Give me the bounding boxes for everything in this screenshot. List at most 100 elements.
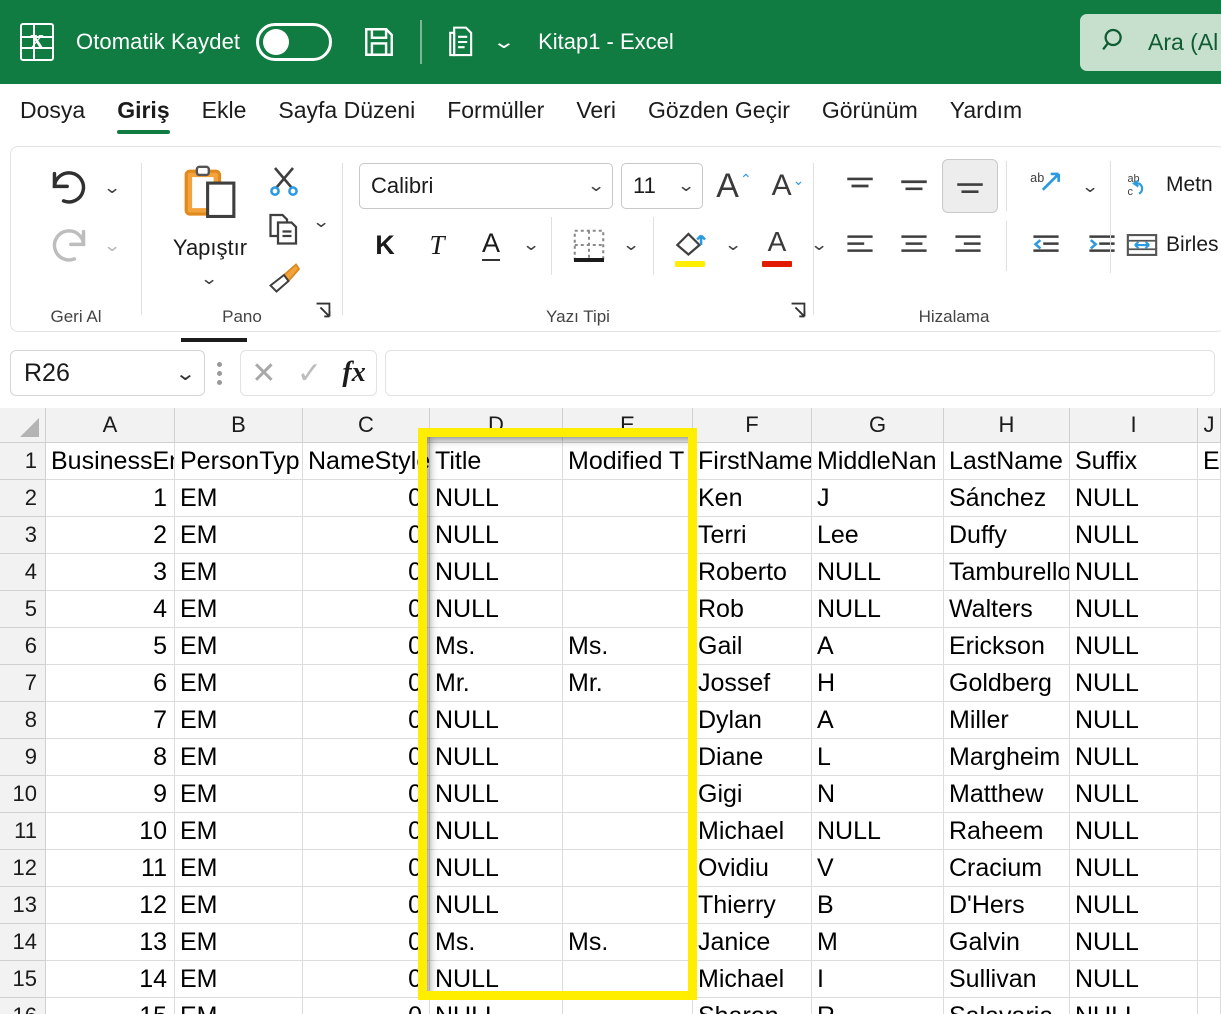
cell-B12[interactable]: EM bbox=[175, 850, 303, 887]
cell-G13[interactable]: B bbox=[812, 887, 944, 924]
cell-E6[interactable]: Ms. bbox=[563, 628, 693, 665]
row-header-5[interactable]: 5 bbox=[0, 591, 46, 628]
cell-G12[interactable]: V bbox=[812, 850, 944, 887]
undo-dropdown-caret-icon[interactable]: ⌄ bbox=[99, 175, 125, 201]
cell-J2[interactable] bbox=[1198, 480, 1221, 517]
paste-dropdown-caret-icon[interactable]: ⌄ bbox=[196, 267, 222, 291]
cell-E5[interactable] bbox=[563, 591, 693, 628]
tab-gorunum[interactable]: Görünüm bbox=[806, 92, 934, 134]
cell-D15[interactable]: NULL bbox=[430, 961, 563, 998]
column-header-h[interactable]: H bbox=[944, 408, 1070, 443]
cell-E1[interactable]: Modified T bbox=[563, 443, 693, 480]
underline-dropdown-caret-icon[interactable]: ⌄ bbox=[517, 231, 545, 259]
copy-dropdown-caret-icon[interactable]: ⌄ bbox=[308, 209, 334, 235]
chevron-down-icon[interactable]: ⌄ bbox=[677, 176, 696, 196]
cell-C6[interactable]: 0 bbox=[303, 628, 430, 665]
cell-B5[interactable]: EM bbox=[175, 591, 303, 628]
cell-F13[interactable]: Thierry bbox=[693, 887, 812, 924]
more-options-icon[interactable] bbox=[217, 362, 222, 385]
cell-G3[interactable]: Lee bbox=[812, 517, 944, 554]
cell-C12[interactable]: 0 bbox=[303, 850, 430, 887]
align-bottom-icon[interactable] bbox=[942, 159, 998, 213]
cell-G4[interactable]: NULL bbox=[812, 554, 944, 591]
fill-dropdown-caret-icon[interactable]: ⌄ bbox=[719, 231, 747, 259]
cell-D5[interactable]: NULL bbox=[430, 591, 563, 628]
cell-I16[interactable]: NULL bbox=[1070, 998, 1198, 1014]
cell-H12[interactable]: Cracium bbox=[944, 850, 1070, 887]
cell-E12[interactable] bbox=[563, 850, 693, 887]
cell-F15[interactable]: Michael bbox=[693, 961, 812, 998]
cell-I5[interactable]: NULL bbox=[1070, 591, 1198, 628]
cell-H9[interactable]: Margheim bbox=[944, 739, 1070, 776]
clipboard-dialog-launcher-icon[interactable] bbox=[314, 301, 332, 323]
cell-D8[interactable]: NULL bbox=[430, 702, 563, 739]
chevron-down-icon[interactable]: ⌄ bbox=[492, 31, 516, 54]
decrease-indent-icon[interactable] bbox=[1020, 221, 1072, 269]
column-header-a[interactable]: A bbox=[46, 408, 175, 443]
cell-A1[interactable]: BusinessEn bbox=[46, 443, 175, 480]
chevron-down-icon[interactable]: ⌄ bbox=[587, 176, 606, 196]
cell-E9[interactable] bbox=[563, 739, 693, 776]
cell-J7[interactable] bbox=[1198, 665, 1221, 702]
orientation-dropdown-caret-icon[interactable]: ⌄ bbox=[1076, 173, 1104, 201]
cell-I2[interactable]: NULL bbox=[1070, 480, 1198, 517]
spreadsheet-grid[interactable]: ABCDEFGHIJ12345678910111213141516Busines… bbox=[0, 408, 1221, 1014]
cell-A11[interactable]: 10 bbox=[46, 813, 175, 850]
cell-J9[interactable] bbox=[1198, 739, 1221, 776]
cell-J1[interactable]: En bbox=[1198, 443, 1221, 480]
search-input[interactable]: Ara (Al bbox=[1080, 14, 1221, 71]
cell-I12[interactable]: NULL bbox=[1070, 850, 1198, 887]
name-box[interactable]: R26 ⌄ bbox=[10, 338, 247, 396]
undo-arrow-icon[interactable] bbox=[39, 165, 99, 215]
row-header-3[interactable]: 3 bbox=[0, 517, 46, 554]
merge-cells-icon[interactable] bbox=[1120, 223, 1164, 267]
cell-E7[interactable]: Mr. bbox=[563, 665, 693, 702]
cell-J10[interactable] bbox=[1198, 776, 1221, 813]
row-header-1[interactable]: 1 bbox=[0, 443, 46, 480]
cell-D9[interactable]: NULL bbox=[430, 739, 563, 776]
paste-clipboard-icon[interactable] bbox=[174, 159, 246, 231]
column-header-j[interactable]: J bbox=[1198, 408, 1221, 443]
cell-B6[interactable]: EM bbox=[175, 628, 303, 665]
cell-A5[interactable]: 4 bbox=[46, 591, 175, 628]
cell-G9[interactable]: L bbox=[812, 739, 944, 776]
cell-J5[interactable] bbox=[1198, 591, 1221, 628]
cell-H4[interactable]: Tamburello bbox=[944, 554, 1070, 591]
cell-I3[interactable]: NULL bbox=[1070, 517, 1198, 554]
merge-cells-label[interactable]: Birles bbox=[1166, 233, 1219, 257]
cell-H6[interactable]: Erickson bbox=[944, 628, 1070, 665]
cell-F7[interactable]: Jossef bbox=[693, 665, 812, 702]
cell-E16[interactable] bbox=[563, 998, 693, 1014]
shrink-font-icon[interactable]: A ⌄ bbox=[765, 163, 811, 209]
cell-J13[interactable] bbox=[1198, 887, 1221, 924]
cell-H5[interactable]: Walters bbox=[944, 591, 1070, 628]
enter-check-icon[interactable]: ✓ bbox=[297, 356, 322, 391]
cell-D6[interactable]: Ms. bbox=[430, 628, 563, 665]
cell-C11[interactable]: 0 bbox=[303, 813, 430, 850]
cell-C5[interactable]: 0 bbox=[303, 591, 430, 628]
cell-B15[interactable]: EM bbox=[175, 961, 303, 998]
cell-F6[interactable]: Gail bbox=[693, 628, 812, 665]
cell-C3[interactable]: 0 bbox=[303, 517, 430, 554]
cell-A7[interactable]: 6 bbox=[46, 665, 175, 702]
cell-F2[interactable]: Ken bbox=[693, 480, 812, 517]
borders-icon[interactable] bbox=[565, 221, 613, 269]
cell-H8[interactable]: Miller bbox=[944, 702, 1070, 739]
cell-I15[interactable]: NULL bbox=[1070, 961, 1198, 998]
cell-I13[interactable]: NULL bbox=[1070, 887, 1198, 924]
row-header-7[interactable]: 7 bbox=[0, 665, 46, 702]
row-header-14[interactable]: 14 bbox=[0, 924, 46, 961]
cell-F12[interactable]: Ovidiu bbox=[693, 850, 812, 887]
tab-ekle[interactable]: Ekle bbox=[186, 92, 263, 134]
paste-button-label[interactable]: Yapıştır bbox=[160, 235, 260, 261]
cell-G15[interactable]: I bbox=[812, 961, 944, 998]
select-all-corner[interactable] bbox=[0, 408, 46, 443]
cell-B10[interactable]: EM bbox=[175, 776, 303, 813]
column-header-c[interactable]: C bbox=[303, 408, 430, 443]
cell-J6[interactable] bbox=[1198, 628, 1221, 665]
column-header-d[interactable]: D bbox=[430, 408, 563, 443]
format-painter-brush-icon[interactable] bbox=[262, 257, 306, 299]
cell-D1[interactable]: Title bbox=[430, 443, 563, 480]
fill-color-bucket-icon[interactable] bbox=[665, 219, 715, 271]
cell-H14[interactable]: Galvin bbox=[944, 924, 1070, 961]
